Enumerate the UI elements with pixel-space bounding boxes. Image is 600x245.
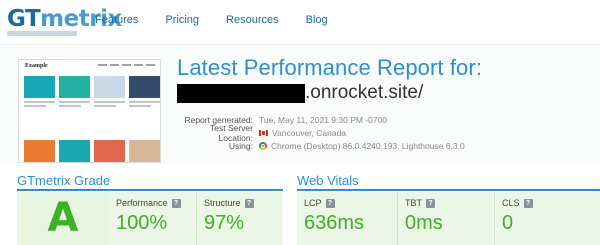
- logo-underline: [7, 31, 77, 36]
- thumbnail-card: [59, 140, 90, 162]
- thumbnail-card: [24, 76, 55, 109]
- vitals-section-title: Web Vitals: [297, 173, 359, 188]
- meta-label: Test Server Location:: [210, 122, 253, 143]
- metric-label-wrap: LCP ?: [304, 198, 335, 208]
- meta-row-using: Using: Chrome (Desktop) 86.0.4240.193, L…: [177, 139, 465, 152]
- thumbnail-nav: [98, 64, 155, 66]
- structure-value: 97%: [204, 212, 245, 234]
- cls-metric: CLS ? 0: [495, 192, 600, 245]
- grade-section-title: GTmetrix Grade: [17, 173, 111, 188]
- report-url-suffix: .onrocket.site/: [305, 82, 424, 103]
- metric-label-wrap: Structure ?: [204, 198, 254, 208]
- help-icon[interactable]: ?: [244, 198, 254, 208]
- lcp-value: 636ms: [304, 212, 365, 234]
- thumbnail-card: [94, 140, 125, 162]
- meta-row-location: Test Server Location: Vancouver, Canada: [177, 123, 465, 143]
- report-title: Latest Performance Report for:: [177, 55, 483, 80]
- chrome-icon: [259, 141, 267, 150]
- tbt-value: 0ms: [405, 212, 443, 234]
- report-header: Example Latest Performance Report for: .…: [0, 44, 600, 164]
- metric-label: LCP: [304, 198, 322, 208]
- nav-pricing[interactable]: Pricing: [165, 14, 199, 26]
- thumbnail-card: [129, 76, 160, 109]
- grade-letter: A: [47, 195, 79, 241]
- structure-metric: Structure ? 97%: [197, 192, 283, 245]
- report-url[interactable]: .onrocket.site/: [177, 82, 423, 104]
- redacted-domain: [177, 83, 305, 103]
- performance-value: 100%: [116, 212, 168, 234]
- thumbnail-card: [59, 76, 90, 109]
- metric-label: TBT: [405, 198, 422, 208]
- meta-value: Tue, May 11, 2021 9:30 PM -0700: [259, 114, 388, 125]
- metric-label-wrap: Performance ?: [116, 198, 181, 208]
- tbt-metric: TBT ? 0ms: [398, 192, 494, 245]
- meta-value: Chrome (Desktop) 86.0.4240.193, Lighthou…: [271, 140, 465, 151]
- metric-label: Structure: [204, 198, 241, 208]
- help-icon[interactable]: ?: [325, 198, 335, 208]
- grade-badge: A: [17, 192, 109, 245]
- meta-value-wrap: Vancouver, Canada: [259, 128, 346, 138]
- logo-text-gt: GT: [7, 6, 41, 32]
- page-screenshot-thumbnail[interactable]: Example: [18, 59, 161, 163]
- help-icon[interactable]: ?: [523, 198, 533, 208]
- thumbnail-card: [129, 140, 160, 162]
- nav-resources[interactable]: Resources: [226, 14, 279, 26]
- help-icon[interactable]: ?: [426, 198, 435, 208]
- metric-label: CLS: [502, 198, 520, 208]
- meta-value: Vancouver, Canada: [272, 127, 347, 138]
- thumbnail-card: [94, 76, 125, 109]
- nav-features[interactable]: Features: [95, 14, 138, 26]
- cls-value: 0: [502, 212, 514, 234]
- meta-label: Using:: [228, 140, 253, 151]
- thumbnail-site-title: Example: [25, 63, 48, 69]
- top-nav-bar: GTmetrix Features Pricing Resources Blog: [0, 0, 600, 40]
- report-meta: Report generated: Tue, May 11, 2021 9:30…: [177, 113, 465, 152]
- metric-label-wrap: TBT ?: [405, 198, 435, 208]
- canada-flag-icon: [259, 129, 268, 136]
- main-nav: Features Pricing Resources Blog: [95, 14, 355, 26]
- nav-blog[interactable]: Blog: [306, 14, 328, 26]
- thumbnail-card: [24, 140, 55, 162]
- lcp-metric: LCP ? 636ms: [297, 192, 397, 245]
- meta-value-wrap: Chrome (Desktop) 86.0.4240.193, Lighthou…: [259, 141, 465, 151]
- metric-label: Performance: [116, 198, 168, 208]
- performance-metric: Performance ? 100%: [109, 192, 196, 245]
- metric-label-wrap: CLS ?: [502, 198, 533, 208]
- help-icon[interactable]: ?: [171, 198, 181, 208]
